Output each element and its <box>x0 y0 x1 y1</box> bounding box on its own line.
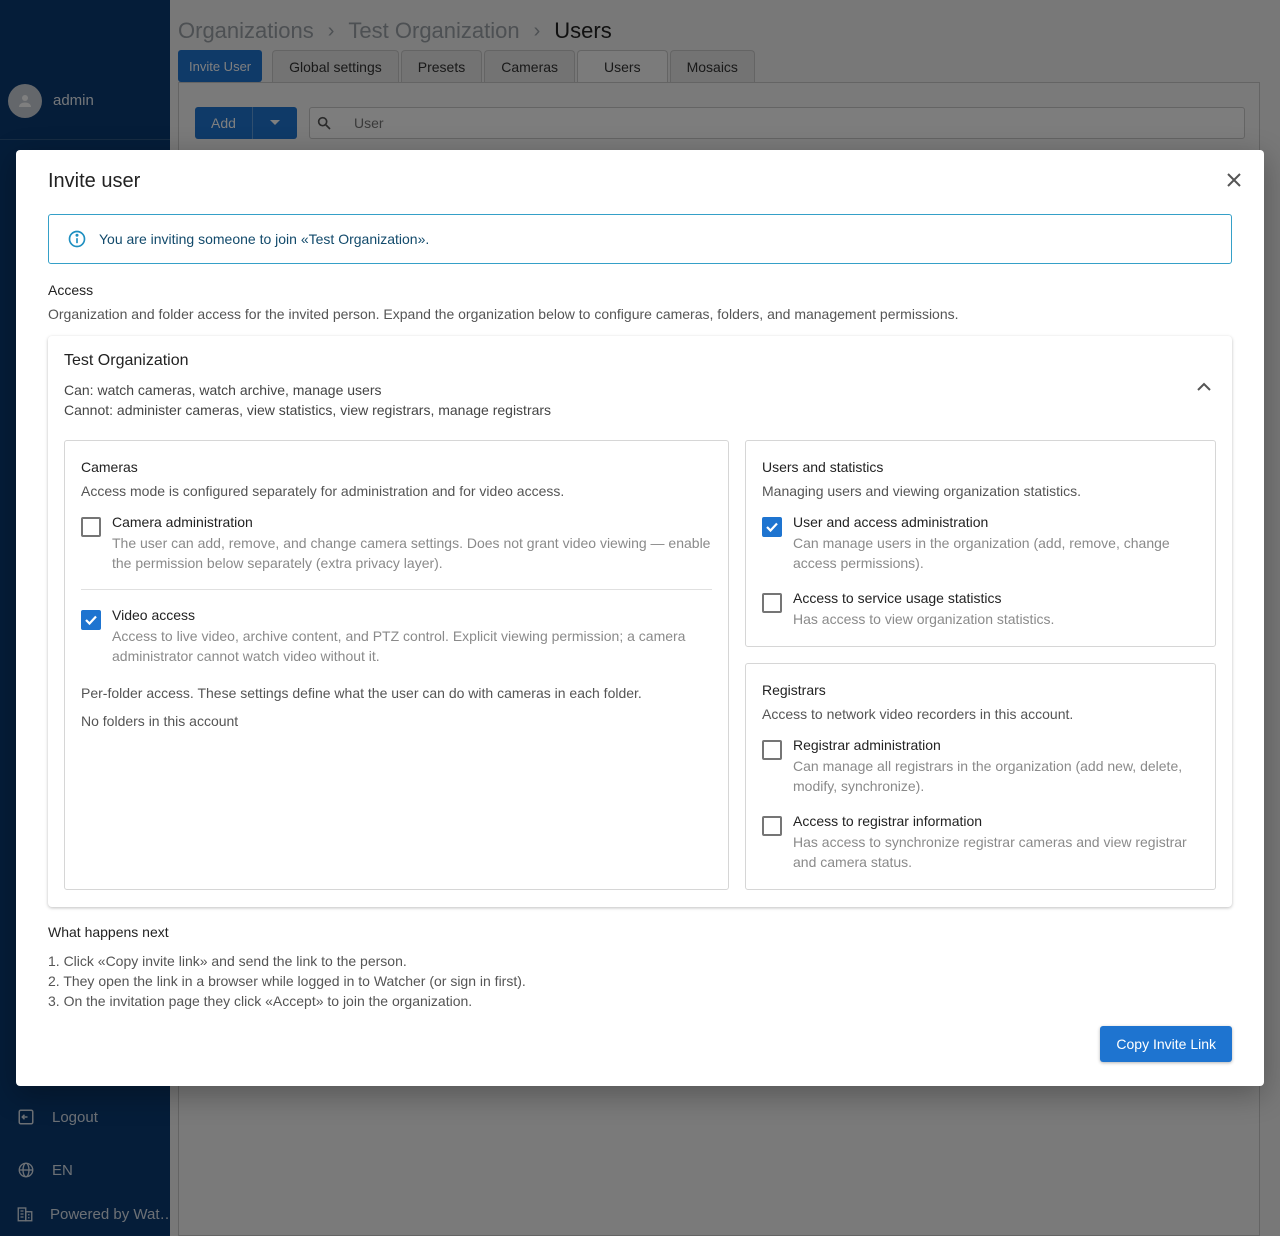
next-steps-list: 1. Click «Copy invite link» and send the… <box>48 951 526 1011</box>
registrars-description: Access to network video recorders in thi… <box>762 706 1074 722</box>
access-heading: Access <box>48 282 94 298</box>
organization-card: Test Organization Can: watch cameras, wa… <box>48 336 1232 907</box>
cameras-section: Cameras Access mode is configured separa… <box>64 440 729 890</box>
video-access-label: Video access <box>112 607 196 623</box>
no-folders-text: No folders in this account <box>81 713 239 729</box>
camera-admin-option: Camera administration The user can add, … <box>81 513 714 573</box>
statistics-label: Access to service usage statistics <box>793 590 1002 606</box>
checkmark-icon <box>766 522 778 533</box>
divider <box>81 589 712 590</box>
user-admin-checkbox[interactable] <box>762 517 782 537</box>
dialog-title: Invite user <box>48 170 141 192</box>
users-statistics-section: Users and statistics Managing users and … <box>745 440 1216 647</box>
next-step: 2. They open the link in a browser while… <box>48 973 526 989</box>
camera-admin-description: The user can add, remove, and change cam… <box>112 535 711 571</box>
collapse-button[interactable] <box>1192 374 1216 398</box>
registrars-title: Registrars <box>762 682 826 698</box>
registrar-admin-description: Can manage all registrars in the organiz… <box>793 758 1183 794</box>
next-steps-heading: What happens next <box>48 924 169 940</box>
organization-can: Can: watch cameras, watch archive, manag… <box>64 382 382 398</box>
checkmark-icon <box>85 615 97 626</box>
cameras-description: Access mode is configured separately for… <box>81 483 565 499</box>
per-folder-description: Per-folder access. These settings define… <box>81 685 642 701</box>
statistics-option: Access to service usage statistics Has a… <box>762 589 1201 629</box>
registrar-info-option: Access to registrar information Has acce… <box>762 812 1201 872</box>
users-statistics-title: Users and statistics <box>762 459 884 475</box>
camera-admin-label: Camera administration <box>112 514 253 530</box>
info-text: You are inviting someone to join «Test O… <box>99 231 430 247</box>
cameras-title: Cameras <box>81 459 138 475</box>
access-description: Organization and folder access for the i… <box>48 306 959 322</box>
registrar-admin-checkbox[interactable] <box>762 740 782 760</box>
camera-admin-checkbox[interactable] <box>81 517 101 537</box>
close-icon <box>1227 173 1241 187</box>
registrar-info-label: Access to registrar information <box>793 813 983 829</box>
video-access-option: Video access Access to live video, archi… <box>81 606 714 666</box>
copy-invite-link-button[interactable]: Copy Invite Link <box>1100 1026 1232 1062</box>
invite-user-dialog: Invite user You are inviting someone to … <box>16 150 1264 1086</box>
close-button[interactable] <box>1222 168 1246 192</box>
next-step: 3. On the invitation page they click «Ac… <box>48 993 473 1009</box>
registrar-admin-option: Registrar administration Can manage all … <box>762 736 1201 796</box>
registrar-admin-label: Registrar administration <box>793 737 941 753</box>
video-access-description: Access to live video, archive content, a… <box>112 628 686 664</box>
user-admin-label: User and access administration <box>793 514 989 530</box>
statistics-checkbox[interactable] <box>762 593 782 613</box>
info-banner: You are inviting someone to join «Test O… <box>48 214 1232 264</box>
statistics-description: Has access to view organization statisti… <box>793 611 1055 627</box>
chevron-up-icon <box>1197 382 1211 391</box>
users-statistics-description: Managing users and viewing organization … <box>762 483 1082 499</box>
video-access-checkbox[interactable] <box>81 610 101 630</box>
info-icon <box>68 230 86 248</box>
organization-cannot: Cannot: administer cameras, view statist… <box>64 402 552 418</box>
organization-name: Test Organization <box>64 352 189 369</box>
user-admin-description: Can manage users in the organization (ad… <box>793 535 1170 571</box>
registrars-section: Registrars Access to network video recor… <box>745 663 1216 890</box>
registrar-info-description: Has access to synchronize registrar came… <box>793 834 1187 870</box>
next-step: 1. Click «Copy invite link» and send the… <box>48 953 407 969</box>
registrar-info-checkbox[interactable] <box>762 816 782 836</box>
user-admin-option: User and access administration Can manag… <box>762 513 1201 573</box>
